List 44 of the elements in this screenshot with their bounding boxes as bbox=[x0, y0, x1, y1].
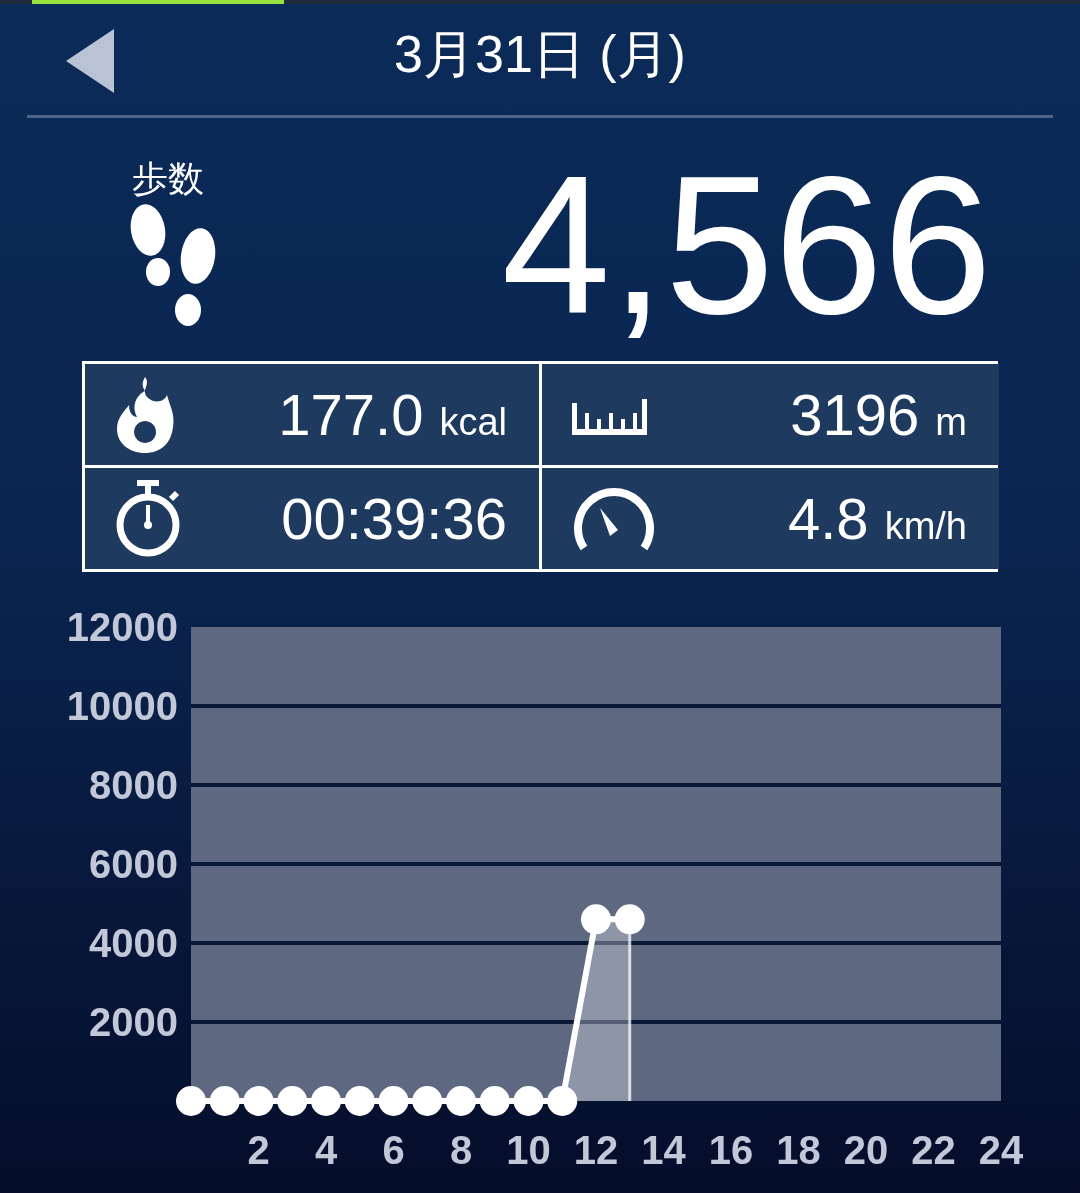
data-point bbox=[311, 1086, 341, 1116]
y-axis-label: 6000 bbox=[89, 842, 178, 886]
data-point bbox=[446, 1086, 476, 1116]
y-axis-label: 8000 bbox=[89, 763, 178, 807]
stat-unit: kcal bbox=[439, 401, 507, 444]
y-axis-label: 4000 bbox=[89, 921, 178, 965]
data-point bbox=[344, 1086, 375, 1116]
data-point bbox=[614, 904, 645, 935]
stat-value: 177.0 bbox=[278, 381, 424, 448]
y-axis-label: 2000 bbox=[89, 1000, 178, 1044]
x-axis-label: 18 bbox=[776, 1128, 821, 1172]
x-axis-label: 14 bbox=[641, 1128, 686, 1172]
step-count: 4,566 bbox=[501, 148, 992, 344]
x-axis-label: 8 bbox=[449, 1128, 473, 1172]
x-axis-label: 6 bbox=[382, 1128, 405, 1172]
x-axis-label: 10 bbox=[506, 1128, 551, 1172]
data-point bbox=[479, 1086, 510, 1116]
x-axis-label: 4 bbox=[314, 1128, 338, 1172]
speedometer-icon bbox=[572, 485, 656, 552]
stat-value: 3196 bbox=[790, 381, 920, 448]
data-point bbox=[513, 1086, 544, 1116]
data-point bbox=[277, 1086, 308, 1116]
data-point bbox=[176, 1086, 206, 1116]
x-axis-label: 12 bbox=[573, 1128, 619, 1172]
data-point bbox=[243, 1086, 274, 1116]
data-point bbox=[547, 1086, 578, 1116]
stat-unit: km/h bbox=[884, 505, 967, 548]
y-axis-label: 10000 bbox=[66, 684, 178, 728]
date-title: 3月31日 (月) bbox=[394, 23, 686, 85]
footprints-icon bbox=[128, 204, 218, 328]
stat-value: 00:39:36 bbox=[281, 485, 507, 552]
x-axis-label: 22 bbox=[911, 1128, 956, 1172]
data-point bbox=[209, 1086, 240, 1116]
x-axis-label: 20 bbox=[843, 1128, 889, 1172]
x-axis-label: 16 bbox=[708, 1128, 754, 1172]
x-axis-label: 2 bbox=[247, 1128, 270, 1172]
steps-label: 歩数 bbox=[132, 157, 204, 201]
x-axis-label: 24 bbox=[978, 1128, 1024, 1172]
y-axis-label: 12000 bbox=[66, 605, 178, 649]
stat-unit: m bbox=[935, 401, 967, 444]
data-point bbox=[581, 904, 611, 935]
stat-value: 4.8 bbox=[788, 485, 869, 552]
data-point bbox=[378, 1086, 409, 1116]
data-point bbox=[412, 1086, 443, 1116]
